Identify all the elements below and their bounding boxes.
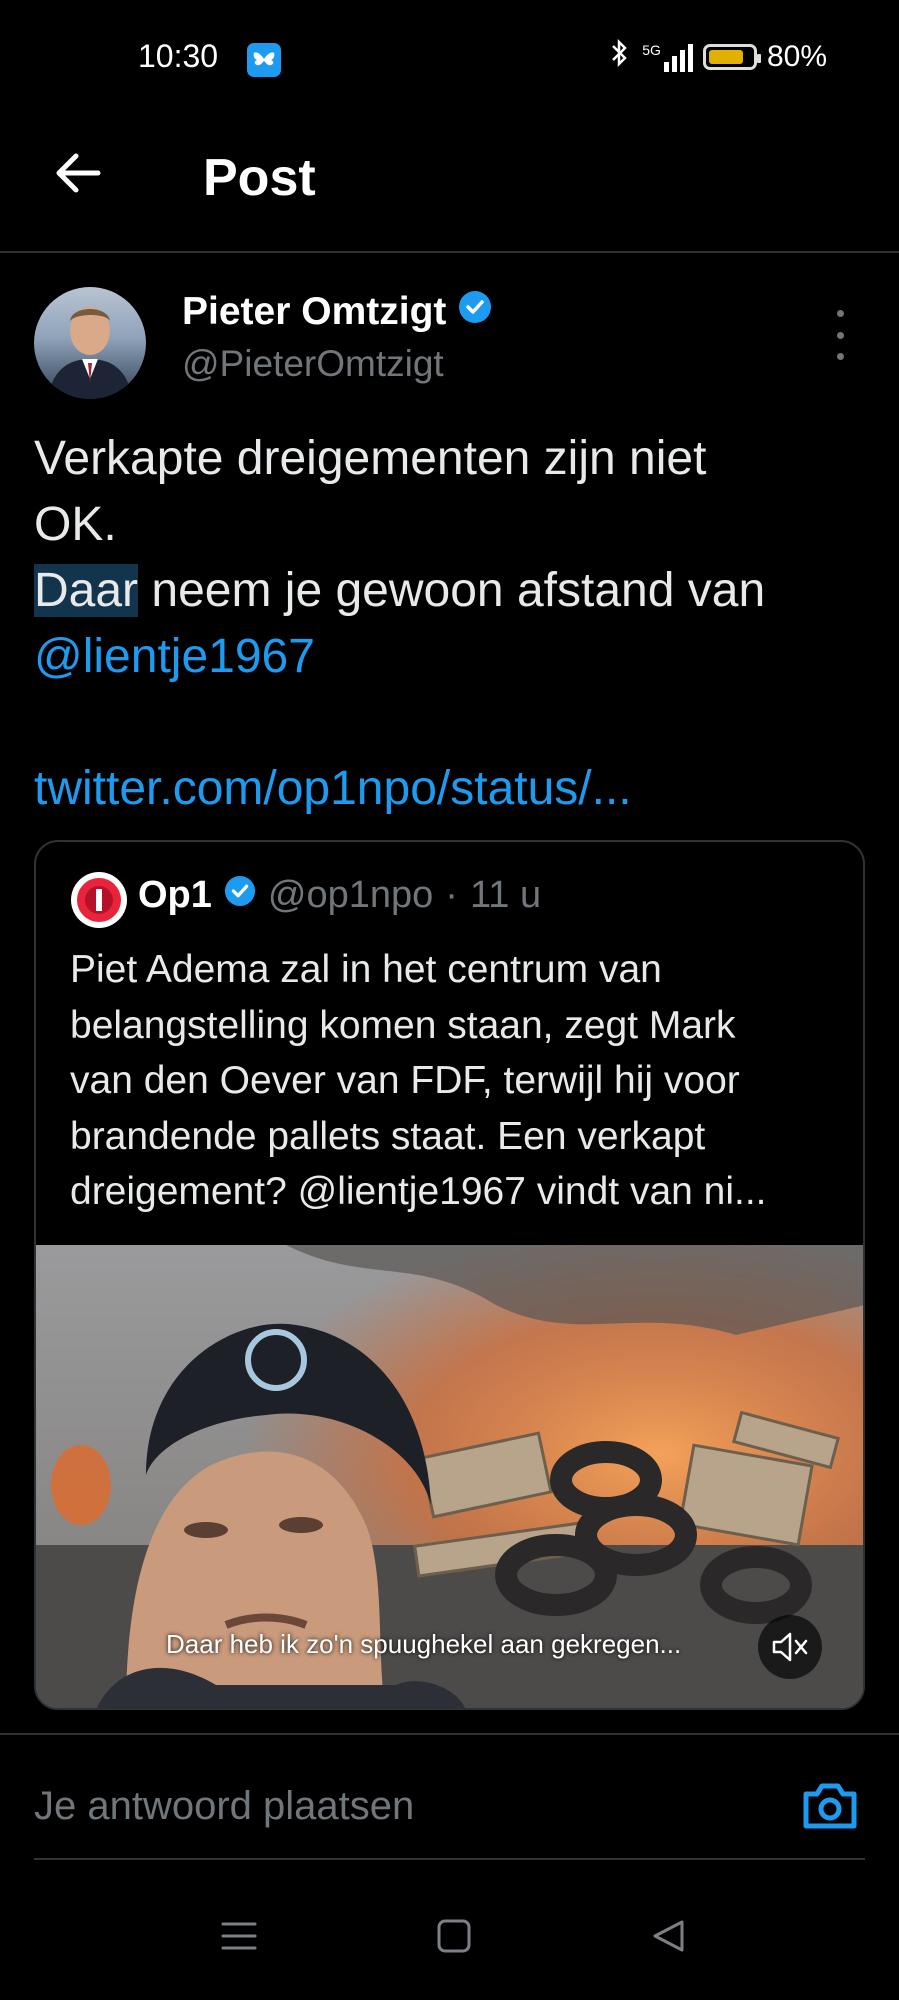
quoted-author-handle[interactable]: @op1npo xyxy=(268,874,433,917)
menu-icon xyxy=(221,1922,257,1950)
post-text: Verkapte dreigementen zijn niet OK. Daar… xyxy=(34,426,864,822)
status-link[interactable]: twitter.com/op1npo/status/... xyxy=(34,756,864,822)
header-divider xyxy=(0,251,899,253)
system-back-button[interactable] xyxy=(645,1912,693,1960)
post-text-line: Daar neem je gewoon afstand van xyxy=(34,558,864,624)
recent-apps-button[interactable] xyxy=(215,1912,263,1960)
video-subtitle: Daar heb ik zo'n spuughekel aan gekregen… xyxy=(166,1629,682,1659)
reply-divider-bottom xyxy=(34,1858,865,1860)
speaker-muted-icon xyxy=(772,1632,808,1662)
battery-percent: 80% xyxy=(766,40,827,73)
quoted-text-line: van den Oever van FDF, terwijl hij voor xyxy=(70,1059,740,1102)
meta-separator: · xyxy=(445,874,458,916)
op1-logo-avatar[interactable] xyxy=(71,872,127,928)
battery-icon xyxy=(702,44,761,70)
selected-text[interactable]: Daar xyxy=(34,564,139,617)
home-button[interactable] xyxy=(430,1912,478,1960)
verified-badge-icon xyxy=(458,290,492,334)
video-player[interactable]: Daar heb ik zo'n spuughekel aan gekregen… xyxy=(36,1245,863,1708)
mention-link[interactable]: @lientje1967 xyxy=(34,624,864,690)
quoted-text-line: belangstelling komen staan, zegt Mark xyxy=(70,1003,736,1047)
quoted-text-line: dreigement? @lientje1967 vindt van ni... xyxy=(70,1170,767,1213)
square-icon xyxy=(437,1919,471,1953)
quoted-author-name[interactable]: Op1 xyxy=(138,874,212,917)
author-handle[interactable]: @PieterOmtzigt xyxy=(182,343,444,385)
signal-icon: 5G xyxy=(642,42,693,72)
battery-fill xyxy=(708,50,743,64)
author-name-text: Pieter Omtzigt xyxy=(182,290,447,333)
network-type: 5G xyxy=(642,42,661,58)
more-dots-icon xyxy=(836,310,844,317)
mute-button[interactable] xyxy=(758,1615,822,1679)
verified-badge-icon xyxy=(224,874,256,917)
arrow-left-icon xyxy=(56,153,101,193)
camera-button[interactable] xyxy=(800,1778,860,1834)
more-options-button[interactable] xyxy=(828,310,852,360)
reply-divider-top xyxy=(0,1733,899,1735)
triangle-back-icon xyxy=(653,1920,684,1952)
quoted-post-meta: Op1 @op1npo · 11 u xyxy=(138,874,541,917)
quoted-post-text: Piet Adema zal in het centrum van belang… xyxy=(70,942,840,1220)
author-name[interactable]: Pieter Omtzigt xyxy=(182,290,492,334)
status-icons: 5G 80% xyxy=(606,38,827,76)
camera-icon xyxy=(803,1783,857,1829)
post-text-line: Verkapte dreigementen zijn niet xyxy=(34,432,707,485)
post-text-line: OK. xyxy=(34,498,117,551)
quoted-post-time: 11 u xyxy=(469,874,542,916)
page-title: Post xyxy=(203,149,316,207)
quoted-text-line: Piet Adema zal in het centrum van xyxy=(70,948,662,991)
avatar[interactable] xyxy=(34,287,146,399)
op1-logo-icon xyxy=(77,878,121,922)
reply-input[interactable]: Je antwoord plaatsen xyxy=(34,1784,414,1829)
back-button[interactable] xyxy=(50,145,106,201)
bluetooth-icon xyxy=(606,38,632,76)
quoted-text-line: brandende pallets staat. Een verkapt xyxy=(70,1114,706,1158)
post-text-fragment: neem je gewoon afstand van xyxy=(138,564,766,617)
bluesky-app-icon xyxy=(247,43,281,77)
quoted-post-card[interactable]: Op1 @op1npo · 11 u Piet Adema zal in het… xyxy=(34,840,865,1710)
status-time: 10:30 xyxy=(138,38,219,74)
